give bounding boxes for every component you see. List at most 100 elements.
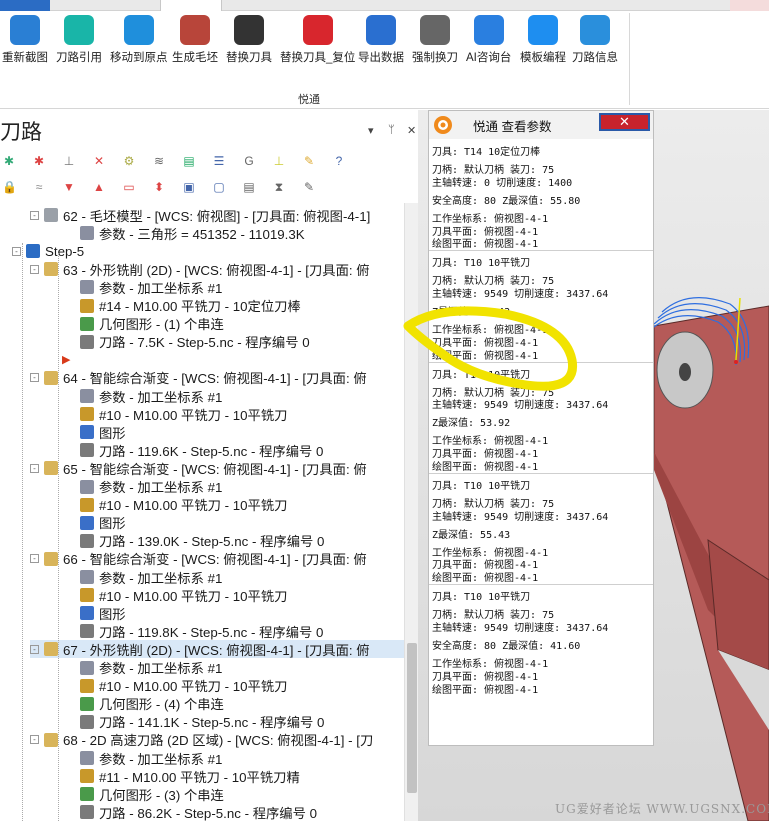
toolbar-2-button-icon[interactable]: ≈	[32, 180, 46, 194]
toolbar-2-button-icon[interactable]: 🔒	[2, 180, 17, 194]
tree-item[interactable]: 参数 - 加工坐标系 #1	[80, 749, 222, 767]
toolbar-2-button-icon[interactable]: ⬍	[152, 180, 166, 194]
tree-item[interactable]: 刀路 - 139.0K - Step-5.nc - 程序编号 0	[80, 532, 324, 550]
parameters-icon	[80, 660, 94, 675]
tree-item[interactable]: 刀路 - 7.5K - Step-5.nc - 程序编号 0	[80, 333, 310, 351]
tree-item-label: 参数 - 加工坐标系 #1	[99, 389, 223, 405]
toolbar-1-button-icon[interactable]: ▤	[182, 154, 196, 168]
dialog-close-button[interactable]: ✕	[599, 113, 650, 131]
title-bar	[0, 0, 769, 11]
ribbon-button-2[interactable]: 移动到原点	[110, 15, 168, 65]
tree-item[interactable]: 几何图形 - (3) 个串连	[80, 785, 224, 803]
tree-item[interactable]: #14 - M10.00 平铣刀 - 10定位刀棒	[80, 297, 301, 315]
ribbon-button-label: AI咨询台	[466, 52, 512, 64]
toolbar-2-button-icon[interactable]: ▲	[92, 180, 106, 194]
tree-item-label: 刀路 - 119.8K - Step-5.nc - 程序编号 0	[99, 624, 324, 640]
toolbar-1-button-icon[interactable]: ☰	[212, 154, 226, 168]
window-control-close-area[interactable]	[730, 0, 769, 11]
panel-pin-icon[interactable]: ᛘ	[388, 124, 395, 136]
tree-operation-node[interactable]: - 66 - 智能综合渐变 - [WCS: 俯视图-4-1] - [刀具面: 俯	[30, 550, 367, 568]
parameter-line: 绘图平面: 俯视图-4-1	[432, 684, 539, 696]
toolbar-2-button-icon[interactable]: ⧗	[272, 180, 286, 194]
tree-item[interactable]: ▶	[62, 351, 81, 369]
toolbar-1-button-icon[interactable]: ✎	[302, 154, 316, 168]
toolpath-info-icon	[580, 15, 610, 45]
tree-operation-node[interactable]: - 64 - 智能综合渐变 - [WCS: 俯视图-4-1] - [刀具面: 俯	[30, 369, 367, 387]
toolbar-1-button-icon[interactable]: G	[242, 154, 256, 168]
tree-item[interactable]: 参数 - 三角形 = 451352 - 11019.3K	[80, 224, 305, 242]
tree-operation-node[interactable]: - 65 - 智能综合渐变 - [WCS: 俯视图-4-1] - [刀具面: 俯	[30, 459, 367, 477]
toolbar-1-button-icon[interactable]: ≋	[152, 154, 166, 168]
collapse-toggle-icon[interactable]: -	[30, 735, 39, 745]
ribbon-button-0[interactable]: 重新截图	[2, 15, 48, 65]
file-tab[interactable]	[0, 0, 50, 11]
tree-item[interactable]: #10 - M10.00 平铣刀 - 10平铣刀	[80, 405, 287, 423]
tree-item[interactable]: 几何图形 - (1) 个串连	[80, 315, 224, 333]
tree-item[interactable]: 参数 - 加工坐标系 #1	[80, 568, 222, 586]
collapse-toggle-icon[interactable]: -	[30, 644, 39, 654]
yuetong-tab[interactable]	[160, 0, 222, 11]
ribbon-button-6[interactable]: 导出数据	[358, 15, 404, 65]
tree-item[interactable]: 参数 - 加工坐标系 #1	[80, 478, 222, 496]
tree-operation-node[interactable]: - 62 - 毛坯模型 - [WCS: 俯视图] - [刀具面: 俯视图-4-1]	[30, 206, 370, 224]
ribbon-button-5[interactable]: 替换刀具_复位	[280, 15, 355, 65]
ribbon-button-4[interactable]: 替换刀具	[226, 15, 272, 65]
tree-item[interactable]: 图形	[80, 604, 126, 622]
toolbar-2-button-icon[interactable]: ▣	[182, 180, 196, 194]
collapse-toggle-icon[interactable]: -	[30, 463, 39, 473]
tree-item[interactable]: 参数 - 加工坐标系 #1	[80, 387, 222, 405]
tree-item[interactable]: #10 - M10.00 平铣刀 - 10平铣刀	[80, 677, 287, 695]
ribbon-button-3[interactable]: 生成毛坯	[172, 15, 218, 65]
tree-item[interactable]: 图形	[80, 514, 126, 532]
tree-item[interactable]: #10 - M10.00 平铣刀 - 10平铣刀	[80, 586, 287, 604]
tree-item-label: 64 - 智能综合渐变 - [WCS: 俯视图-4-1] - [刀具面: 俯	[63, 371, 367, 387]
toolbar-1-button-icon[interactable]: ⊥	[62, 154, 76, 168]
operations-tree[interactable]: - 62 - 毛坯模型 - [WCS: 俯视图] - [刀具面: 俯视图-4-1]…	[0, 203, 404, 821]
tree-item[interactable]: 几何图形 - (4) 个串连	[80, 695, 224, 713]
ribbon-button-label: 模板编程	[520, 52, 566, 64]
tree-operation-node[interactable]: - 67 - 外形铣削 (2D) - [WCS: 俯视图-4-1] - [刀具面:…	[30, 640, 404, 659]
toolbar-1-button-icon[interactable]: ✕	[92, 154, 106, 168]
tree-item[interactable]: 图形	[80, 423, 126, 441]
panel-menu-icon[interactable]: ▾	[368, 124, 374, 137]
tree-item-label: 63 - 外形铣削 (2D) - [WCS: 俯视图-4-1] - [刀具面: …	[63, 262, 370, 278]
tree-operation-node[interactable]: - 68 - 2D 高速刀路 (2D 区域) - [WCS: 俯视图-4-1] -…	[30, 731, 373, 749]
tree-item[interactable]: 参数 - 加工坐标系 #1	[80, 278, 222, 296]
ribbon-button-7[interactable]: 强制换刀	[412, 15, 458, 65]
collapse-toggle-icon[interactable]: -	[30, 373, 39, 383]
tree-item-label: 66 - 智能综合渐变 - [WCS: 俯视图-4-1] - [刀具面: 俯	[63, 552, 367, 568]
toolbar-1-button-icon[interactable]: ✱	[2, 154, 16, 168]
tree-scrollbar[interactable]	[404, 203, 418, 821]
toolbar-2-button-icon[interactable]: ▤	[242, 180, 256, 194]
parameter-line: 刀具: T10 10平铣刀	[432, 480, 531, 492]
collapse-toggle-icon[interactable]: -	[12, 246, 21, 256]
ribbon-button-1[interactable]: 刀路引用	[56, 15, 102, 65]
collapse-toggle-icon[interactable]: -	[30, 210, 39, 220]
tree-item[interactable]: 刀路 - 119.6K - Step-5.nc - 程序编号 0	[80, 441, 323, 459]
toolbar-1-button-icon[interactable]: ⚙	[122, 154, 136, 168]
tree-item[interactable]: 参数 - 加工坐标系 #1	[80, 659, 222, 677]
toolbar-2-button-icon[interactable]: ▢	[212, 180, 226, 194]
tree-item[interactable]: 刀路 - 86.2K - Step-5.nc - 程序编号 0	[80, 803, 317, 821]
scrollbar-thumb[interactable]	[407, 643, 417, 793]
collapse-toggle-icon[interactable]: -	[30, 554, 39, 564]
toolbar-2-button-icon[interactable]: ✎	[302, 180, 316, 194]
tree-item[interactable]: #10 - M10.00 平铣刀 - 10平铣刀	[80, 496, 287, 514]
toolbar-1-button-icon[interactable]: ✱	[32, 154, 46, 168]
ribbon-button-10[interactable]: 刀路信息	[572, 15, 618, 65]
collapse-toggle-icon[interactable]: -	[30, 264, 39, 274]
parameter-line: 刀具: T10 10平铣刀	[432, 258, 531, 270]
panel-close-icon[interactable]: ✕	[407, 124, 416, 137]
toolbar-2-button-icon[interactable]: ▭	[122, 180, 136, 194]
operation-folder-icon	[44, 551, 58, 566]
tree-item[interactable]: 刀路 - 119.8K - Step-5.nc - 程序编号 0	[80, 622, 323, 640]
tree-item[interactable]: 刀路 - 141.1K - Step-5.nc - 程序编号 0	[80, 713, 324, 731]
toolbar-2-button-icon[interactable]: ▼	[62, 180, 76, 194]
toolbar-1-button-icon[interactable]: ?	[332, 154, 346, 168]
ribbon-button-9[interactable]: 模板编程	[520, 15, 566, 65]
tree-item-label: 几何图形 - (3) 个串连	[99, 787, 224, 803]
tree-item[interactable]: #11 - M10.00 平铣刀 - 10平铣刀精	[80, 767, 300, 785]
tree-operation-node[interactable]: - 63 - 外形铣削 (2D) - [WCS: 俯视图-4-1] - [刀具面:…	[30, 260, 370, 278]
ribbon-button-8[interactable]: AI咨询台	[466, 15, 511, 65]
toolbar-1-button-icon[interactable]: ⊥	[272, 154, 286, 168]
